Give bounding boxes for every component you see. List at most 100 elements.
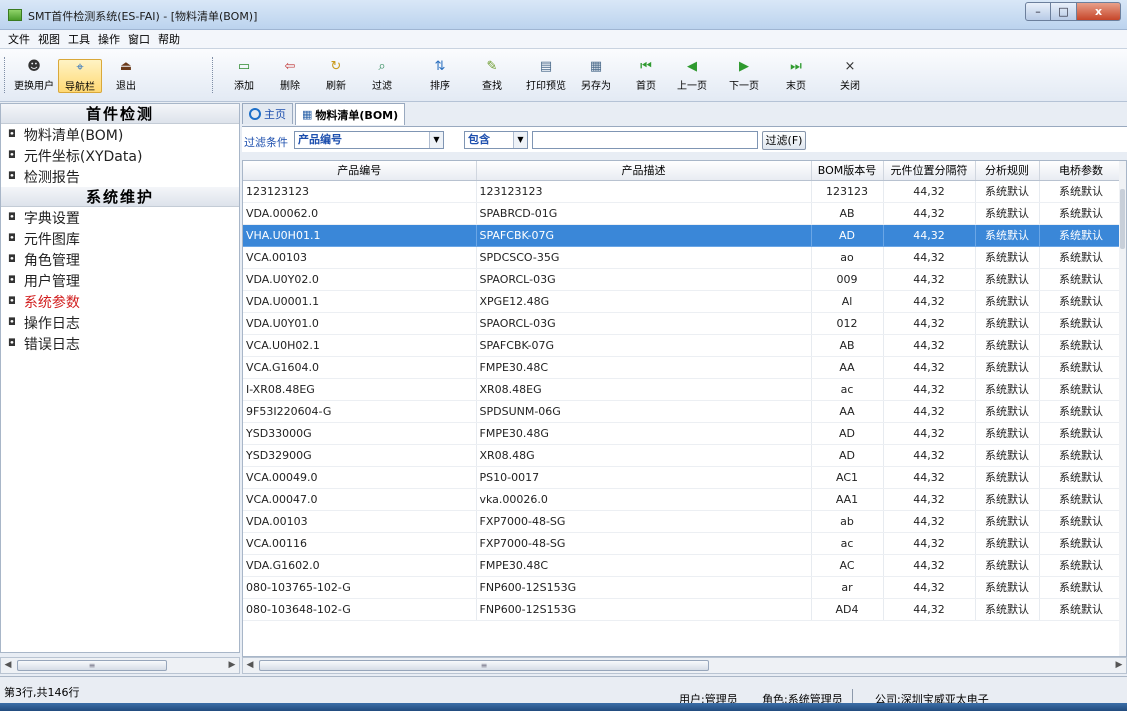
table-cell: 44,32 bbox=[883, 268, 976, 291]
table-cell: 123123123 bbox=[476, 180, 812, 203]
previous-page-button[interactable]: ◀ 上一页 bbox=[670, 59, 714, 93]
minimize-button[interactable]: – bbox=[1025, 2, 1051, 21]
table-row[interactable]: 9F53I220604-G SPDSUNM-06G AA 44,32 系统默认 系统默认 bbox=[243, 400, 1124, 423]
list-bullet-icon: ◘ bbox=[8, 338, 16, 349]
table-row[interactable]: VCA.00049.0 PS10-0017 AC1 44,32 系统默认 系统默认 bbox=[243, 466, 1124, 489]
navigation-horizontal-scrollbar[interactable]: ◀ ≡ ▶ bbox=[0, 657, 240, 674]
table-cell: FXP7000-48-SG bbox=[476, 532, 812, 555]
table-row[interactable]: VDA.U0Y01.0 SPAORCL-03G 012 44,32 系统默认 系统默认 bbox=[243, 312, 1124, 335]
table-cell: FXP7000-48-SG bbox=[476, 510, 812, 533]
table-cell: 44,32 bbox=[883, 378, 976, 401]
table-cell: 系统默认 bbox=[975, 334, 1040, 357]
scrollbar-thumb[interactable]: ≡ bbox=[17, 660, 167, 671]
filter-field-select[interactable]: 产品编号 ▼ bbox=[294, 131, 444, 149]
table-cell: 44,32 bbox=[883, 224, 976, 247]
scrollbar-thumb[interactable] bbox=[1120, 189, 1125, 249]
table-cell: AA1 bbox=[811, 488, 884, 511]
scroll-left-icon[interactable]: ◀ bbox=[243, 658, 257, 673]
close-window-button[interactable]: x bbox=[1077, 2, 1121, 21]
scroll-left-icon[interactable]: ◀ bbox=[1, 658, 15, 673]
table-row[interactable]: VHA.U0H01.1 SPAFCBK-07G AD 44,32 系统默认 系统默认 bbox=[243, 224, 1124, 247]
sort-button[interactable]: ⇅ 排序 bbox=[418, 59, 462, 93]
save-as-button[interactable]: ▦ 另存为 bbox=[574, 59, 618, 93]
nav-item-label: 操作日志 bbox=[23, 315, 80, 332]
scroll-right-icon[interactable]: ▶ bbox=[1112, 658, 1126, 673]
menu-tools[interactable]: 工具 bbox=[64, 31, 94, 47]
refresh-button[interactable]: ↻ 刷新 bbox=[314, 59, 358, 93]
window-controls: – □ x bbox=[1025, 2, 1121, 22]
section-first-article-inspection[interactable]: 首件检测 bbox=[1, 104, 239, 124]
table-cell: VCA.U0H02.1 bbox=[243, 334, 477, 357]
table-row[interactable]: VCA.00103 SPDCSCO-35G ao 44,32 系统默认 系统默认 bbox=[243, 246, 1124, 269]
table-row[interactable]: YSD33000G FMPE30.48G AD 44,32 系统默认 系统默认 bbox=[243, 422, 1124, 445]
table-cell: 44,32 bbox=[883, 334, 976, 357]
tab-home[interactable]: 主页 bbox=[242, 103, 293, 124]
first-page-button[interactable]: ⏮ 首页 bbox=[624, 59, 668, 93]
table-horizontal-scrollbar[interactable]: ◀ ≡ ▶ bbox=[242, 657, 1127, 674]
switch-user-button[interactable]: ☻ 更换用户 bbox=[12, 59, 56, 93]
table-cell: 44,32 bbox=[883, 312, 976, 335]
nav-item-bom[interactable]: ◘ 物料清单(BOM) bbox=[1, 124, 239, 145]
table-row[interactable]: VCA.G1604.0 FMPE30.48C AA 44,32 系统默认 系统默认 bbox=[243, 356, 1124, 379]
table-row[interactable]: VCA.00047.0 vka.00026.0 AA1 44,32 系统默认 系统默认 bbox=[243, 488, 1124, 511]
nav-item-error-log[interactable]: ◘ 错误日志 bbox=[1, 333, 239, 354]
nav-item-user-management[interactable]: ◘ 用户管理 bbox=[1, 270, 239, 291]
column-header-product-description[interactable]: 产品描述 bbox=[476, 161, 812, 181]
nav-item-dictionary[interactable]: ◘ 字典设置 bbox=[1, 207, 239, 228]
table-row[interactable]: VDA.U0Y02.0 SPAORCL-03G 009 44,32 系统默认 系统默认 bbox=[243, 268, 1124, 291]
table-row[interactable]: VDA.U0001.1 XPGE12.48G Al 44,32 系统默认 系统默认 bbox=[243, 290, 1124, 313]
filter-button[interactable]: ⌕ 过滤 bbox=[360, 59, 404, 93]
navigation-button[interactable]: ⌖ 导航栏 bbox=[58, 59, 102, 93]
table-cell: VCA.00047.0 bbox=[243, 488, 477, 511]
next-page-button[interactable]: ▶ 下一页 bbox=[722, 59, 766, 93]
find-button[interactable]: ✎ 查找 bbox=[470, 59, 514, 93]
last-page-button[interactable]: ⏭ 末页 bbox=[774, 59, 818, 93]
table-row[interactable]: 080-103648-102-G FNP600-12S153G AD4 44,32 系统… bbox=[243, 598, 1124, 621]
maximize-button[interactable]: □ bbox=[1051, 2, 1077, 21]
menu-view[interactable]: 视图 bbox=[34, 31, 64, 47]
table-cell: 系统默认 bbox=[1039, 532, 1124, 555]
home-icon bbox=[249, 108, 261, 120]
table-row[interactable]: VCA.00116 FXP7000-48-SG ac 44,32 系统默认 系统默认 bbox=[243, 532, 1124, 555]
table-cell: 系统默认 bbox=[1039, 598, 1124, 621]
delete-button[interactable]: ⇦ 删除 bbox=[268, 59, 312, 93]
apply-filter-button[interactable]: 过滤(F) bbox=[762, 131, 806, 150]
column-header-analysis-rule[interactable]: 分析规则 bbox=[975, 161, 1040, 181]
nav-item-system-parameters[interactable]: ◘ 系统参数 bbox=[1, 291, 239, 312]
scrollbar-thumb[interactable]: ≡ bbox=[259, 660, 709, 671]
menu-window[interactable]: 窗口 bbox=[124, 31, 154, 47]
nav-item-operation-log[interactable]: ◘ 操作日志 bbox=[1, 312, 239, 333]
table-row[interactable]: YSD32900G XR08.48G AD 44,32 系统默认 系统默认 bbox=[243, 444, 1124, 467]
filter-value-input[interactable] bbox=[532, 131, 758, 149]
nav-item-xydata[interactable]: ◘ 元件坐标(XYData) bbox=[1, 145, 239, 166]
column-header-bom-version[interactable]: BOM版本号 bbox=[811, 161, 884, 181]
nav-item-inspection-report[interactable]: ◘ 检测报告 bbox=[1, 166, 239, 187]
nav-item-label: 检测报告 bbox=[23, 169, 80, 186]
column-header-bridge-params[interactable]: 电桥参数 bbox=[1039, 161, 1124, 181]
table-row[interactable]: 080-103765-102-G FNP600-12S153G ar 44,32 系统默… bbox=[243, 576, 1124, 599]
table-row[interactable]: VDA.00103 FXP7000-48-SG ab 44,32 系统默认 系统默认 bbox=[243, 510, 1124, 533]
vertical-scrollbar[interactable] bbox=[1119, 161, 1126, 656]
nav-item-role-management[interactable]: ◘ 角色管理 bbox=[1, 249, 239, 270]
tab-bom[interactable]: ▦ 物料清单(BOM) bbox=[295, 103, 406, 125]
filter-operator-select[interactable]: 包含 ▼ bbox=[464, 131, 528, 149]
table-row[interactable]: VDA.G1602.0 FMPE30.48C AC 44,32 系统默认 系统默认 bbox=[243, 554, 1124, 577]
scroll-right-icon[interactable]: ▶ bbox=[225, 658, 239, 673]
menu-help[interactable]: 帮助 bbox=[154, 31, 184, 47]
menu-file[interactable]: 文件 bbox=[4, 31, 34, 47]
close-page-button[interactable]: × 关闭 bbox=[828, 59, 872, 93]
section-system-maintenance[interactable]: 系统维护 bbox=[1, 187, 239, 207]
table-cell: I-XR08.48EG bbox=[243, 378, 477, 401]
table-row[interactable]: I-XR08.48EG XR08.48EG ac 44,32 系统默认 系统默认 bbox=[243, 378, 1124, 401]
print-preview-button[interactable]: ▤ 打印预览 bbox=[524, 59, 568, 93]
menu-operate[interactable]: 操作 bbox=[94, 31, 124, 47]
nav-item-component-library[interactable]: ◘ 元件图库 bbox=[1, 228, 239, 249]
column-header-position-separator[interactable]: 元件位置分隔符 bbox=[883, 161, 976, 181]
table-cell: ac bbox=[811, 532, 884, 555]
table-row[interactable]: VCA.U0H02.1 SPAFCBK-07G AB 44,32 系统默认 系统默认 bbox=[243, 334, 1124, 357]
table-row[interactable]: 123123123 123123123 123123 44,32 系统默认 系统默认 bbox=[243, 180, 1124, 203]
table-row[interactable]: VDA.00062.0 SPABRCD-01G AB 44,32 系统默认 系统默认 bbox=[243, 202, 1124, 225]
add-button[interactable]: ▭ 添加 bbox=[222, 59, 266, 93]
exit-button[interactable]: ⏏ 退出 bbox=[104, 59, 148, 93]
column-header-product-code[interactable]: 产品编号 bbox=[243, 161, 477, 181]
